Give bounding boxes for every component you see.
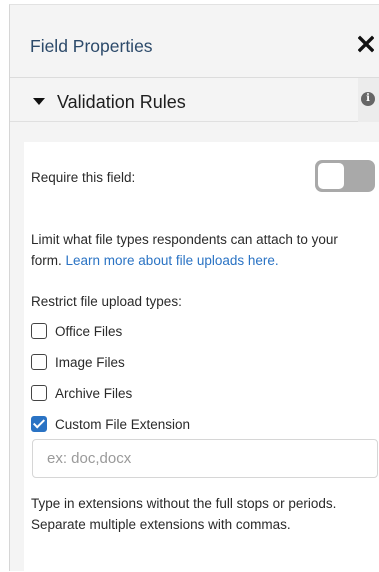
- require-field-label: Require this field:: [31, 170, 136, 185]
- archive-files-option[interactable]: Archive Files: [31, 383, 132, 403]
- archive-files-label: Archive Files: [55, 385, 133, 401]
- panel-header: Field Properties: [10, 5, 379, 78]
- file-types-description: Limit what file types respondents can at…: [31, 229, 371, 271]
- validation-rules-content: Require this field: Limit what file type…: [24, 142, 379, 572]
- image-files-checkbox[interactable]: [31, 354, 47, 370]
- caret-down-icon: [33, 98, 45, 105]
- custom-extension-option[interactable]: Custom File Extension: [31, 414, 190, 434]
- toggle-knob: [318, 163, 344, 189]
- info-icon[interactable]: i: [361, 92, 375, 106]
- validation-rules-section-header[interactable]: Validation Rules i: [10, 78, 379, 122]
- section-title: Validation Rules: [57, 92, 186, 112]
- custom-extension-input[interactable]: [32, 439, 378, 478]
- image-files-label: Image Files: [55, 354, 125, 370]
- panel-title: Field Properties: [30, 36, 153, 56]
- custom-extension-checkbox[interactable]: [31, 416, 47, 432]
- image-files-option[interactable]: Image Files: [31, 352, 125, 372]
- restrict-upload-types-label: Restrict file upload types:: [31, 294, 182, 309]
- require-field-toggle[interactable]: [315, 160, 375, 192]
- archive-files-checkbox[interactable]: [31, 385, 47, 401]
- file-uploads-help-link[interactable]: Learn more about file uploads here.: [66, 253, 279, 268]
- office-files-checkbox[interactable]: [31, 323, 47, 339]
- office-files-label: Office Files: [55, 323, 123, 339]
- field-properties-panel: Field Properties Validation Rules i Requ…: [9, 4, 379, 572]
- extension-help-text: Type in extensions without the full stop…: [31, 496, 337, 532]
- office-files-option[interactable]: Office Files: [31, 321, 122, 341]
- custom-extension-label: Custom File Extension: [55, 416, 191, 432]
- info-area: i: [358, 78, 379, 122]
- close-icon[interactable]: [358, 35, 374, 53]
